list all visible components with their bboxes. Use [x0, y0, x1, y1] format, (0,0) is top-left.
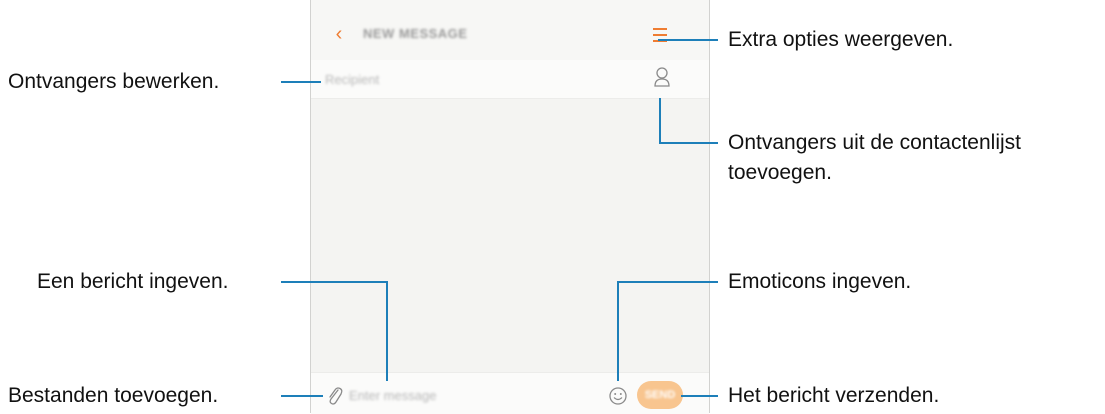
- callout-enter-message: Een bericht ingeven.: [37, 270, 229, 293]
- callout-line-edit-recipients: [281, 81, 321, 83]
- callout-emoticons: Emoticons ingeven.: [728, 270, 912, 293]
- callout-contacts-line2: toevoegen.: [728, 161, 832, 184]
- send-button[interactable]: SEND: [637, 381, 683, 409]
- callout-line-enter-message: [281, 281, 388, 283]
- callout-line-emoticons: [617, 281, 619, 381]
- phone-screen: ‹ NEW MESSAGE SEND: [310, 0, 710, 414]
- callout-line-emoticons: [617, 281, 718, 283]
- person-icon[interactable]: [652, 66, 672, 90]
- smiley-icon[interactable]: [608, 386, 628, 406]
- callout-line-enter-message: [386, 281, 388, 381]
- callout-edit-recipients: Ontvangers bewerken.: [8, 70, 220, 93]
- callout-more-options: Extra opties weergeven.: [728, 28, 954, 51]
- callout-contacts-line1: Ontvangers uit de contactenlijst: [728, 131, 1021, 154]
- message-input[interactable]: [349, 388, 569, 403]
- callout-line-attach-files: [281, 395, 323, 397]
- callout-line-send: [681, 395, 718, 397]
- send-button-label: SEND: [644, 389, 676, 401]
- app-bar: ‹ NEW MESSAGE: [311, 0, 709, 69]
- paperclip-icon[interactable]: [325, 385, 345, 407]
- recipient-input[interactable]: [325, 72, 625, 87]
- callout-line-contacts: [659, 142, 718, 144]
- callout-send: Het bericht verzenden.: [728, 384, 940, 407]
- callout-line-contacts: [659, 98, 661, 144]
- chevron-left-icon[interactable]: ‹: [331, 24, 347, 44]
- callout-attach-files: Bestanden toevoegen.: [8, 384, 219, 407]
- app-bar-title: NEW MESSAGE: [363, 26, 468, 41]
- recipient-row: [311, 60, 709, 99]
- compose-bar: SEND: [311, 372, 709, 414]
- callout-line-more-options: [658, 39, 718, 41]
